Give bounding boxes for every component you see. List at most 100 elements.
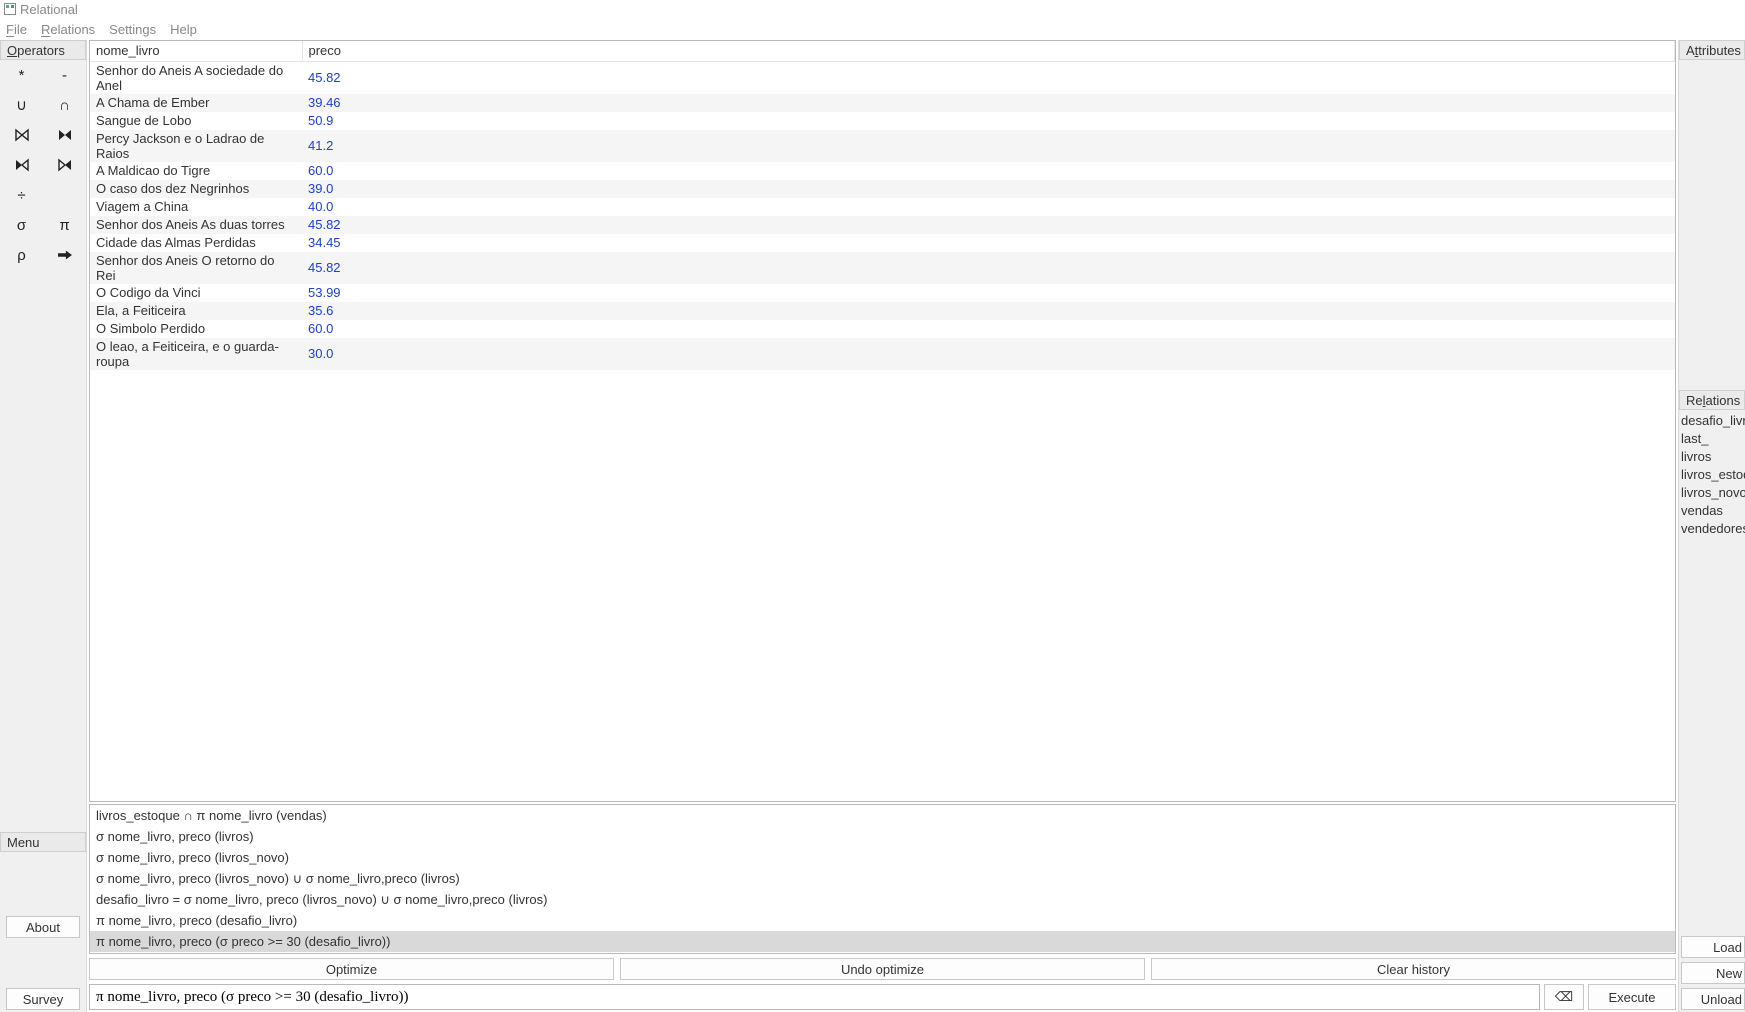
relation-item[interactable]: desafio_livro [1681,412,1745,430]
history-buttons: Optimize Undo optimize Clear history [89,958,1676,980]
table-cell: Senhor dos Aneis O retorno do Rei [90,252,302,284]
table-row[interactable]: O caso dos dez Negrinhos39.0 [90,180,1675,198]
table-cell: Senhor dos Aneis As duas torres [90,216,302,234]
table-cell: Cidade das Almas Perdidas [90,234,302,252]
operator-button[interactable] [43,240,86,270]
table-cell: 39.46 [302,94,1675,112]
right-panel: Attributes Relations desafio_livrolast_l… [1679,40,1745,1012]
relation-item[interactable]: vendedores [1681,520,1745,538]
table-cell: 35.6 [302,302,1675,320]
relations-list[interactable]: desafio_livrolast_livroslivros_estoqueli… [1679,410,1745,538]
attributes-list[interactable] [1679,60,1745,390]
table-row[interactable]: O leao, a Feiticeira, e o guarda-roupa30… [90,338,1675,370]
result-table[interactable]: nome_livropreco Senhor do Aneis A socied… [89,40,1676,802]
table-cell: Sangue de Lobo [90,112,302,130]
relations-area: desafio_livrolast_livroslivros_estoqueli… [1679,410,1745,936]
column-header[interactable]: nome_livro [90,41,302,61]
backspace-icon: ⌫ [1555,989,1573,1005]
about-button[interactable]: About [6,916,80,938]
app-icon [4,3,16,15]
operators-grid: *-∪∩ ÷σπρ [0,60,86,270]
table-cell: Viagem a China [90,198,302,216]
table-row[interactable]: O Simbolo Perdido60.0 [90,320,1675,338]
operator-button[interactable] [43,120,86,150]
table-cell: 30.0 [302,338,1675,370]
operator-button[interactable] [43,150,86,180]
table-cell: 60.0 [302,162,1675,180]
history-item[interactable]: livros_estoque ∩ π nome_livro (vendas) [90,805,1675,826]
operator-button[interactable] [0,120,43,150]
titlebar: Relational [0,0,1745,18]
menu-label: Menu [0,832,86,852]
menu-help[interactable]: Help [170,22,197,37]
table-cell: O Codigo da Vinci [90,284,302,302]
operator-button[interactable]: ÷ [0,180,43,210]
table-cell: O leao, a Feiticeira, e o guarda-roupa [90,338,302,370]
clear-history-button[interactable]: Clear history [1151,958,1676,980]
history-item[interactable]: σ nome_livro, preco (livros_novo) ∪ σ no… [90,868,1675,889]
operator-button[interactable]: * [0,60,43,90]
undo-optimize-button[interactable]: Undo optimize [620,958,1145,980]
table-row[interactable]: Senhor dos Aneis As duas torres45.82 [90,216,1675,234]
table-cell: 50.9 [302,112,1675,130]
table-cell: Percy Jackson e o Ladrao de Raios [90,130,302,162]
operators-header: Operators [0,40,86,60]
relation-item[interactable]: livros_estoque [1681,466,1745,484]
relation-item[interactable]: vendas [1681,502,1745,520]
table-cell: A Maldicao do Tigre [90,162,302,180]
history-list[interactable]: livros_estoque ∩ π nome_livro (vendas)σ … [89,804,1676,954]
table-cell: 40.0 [302,198,1675,216]
menu-relations[interactable]: Relations [41,22,95,37]
relation-item[interactable]: livros_novo [1681,484,1745,502]
menubar: File Relations Settings Help [0,18,1745,40]
table-cell: O caso dos dez Negrinhos [90,180,302,198]
table-row[interactable]: Viagem a China40.0 [90,198,1675,216]
table-cell: 45.82 [302,252,1675,284]
history-item[interactable]: σ nome_livro, preco (livros_novo) [90,847,1675,868]
table-row[interactable]: Senhor dos Aneis O retorno do Rei45.82 [90,252,1675,284]
center-panel: nome_livropreco Senhor do Aneis A socied… [86,40,1679,1012]
menu-settings[interactable]: Settings [109,22,156,37]
relation-item[interactable]: last_ [1681,430,1745,448]
operator-button [43,180,86,210]
attributes-header: Attributes [1679,40,1745,60]
survey-button[interactable]: Survey [6,988,80,1010]
history-item[interactable]: π nome_livro, preco (σ preco >= 30 (desa… [90,931,1675,952]
operator-button[interactable]: σ [0,210,43,240]
table-row[interactable]: Sangue de Lobo50.9 [90,112,1675,130]
clear-query-button[interactable]: ⌫ [1544,984,1584,1010]
window-title: Relational [20,2,78,17]
operator-button[interactable]: ∪ [0,90,43,120]
menu-file[interactable]: File [6,22,27,37]
optimize-button[interactable]: Optimize [89,958,614,980]
operator-button[interactable]: ∩ [43,90,86,120]
load-button[interactable]: Load [1681,936,1745,958]
new-button[interactable]: New [1681,962,1745,984]
table-row[interactable]: Senhor do Aneis A sociedade do Anel45.82 [90,61,1675,94]
column-header[interactable]: preco [302,41,1675,61]
table-cell: 45.82 [302,216,1675,234]
table-cell: 45.82 [302,61,1675,94]
history-item[interactable]: σ nome_livro, preco (livros) [90,826,1675,847]
table-row[interactable]: Cidade das Almas Perdidas34.45 [90,234,1675,252]
table-row[interactable]: Ela, a Feiticeira35.6 [90,302,1675,320]
relations-header: Relations [1679,390,1745,410]
right-buttons: Load New Unload [1679,936,1745,1012]
query-input[interactable] [89,984,1540,1010]
operator-button[interactable] [0,150,43,180]
table-cell: 60.0 [302,320,1675,338]
table-cell: 41.2 [302,130,1675,162]
table-row[interactable]: A Chama de Ember39.46 [90,94,1675,112]
table-cell: 34.45 [302,234,1675,252]
execute-button[interactable]: Execute [1588,984,1676,1010]
operator-button[interactable]: π [43,210,86,240]
operator-button[interactable]: ρ [0,240,43,270]
history-item[interactable]: desafio_livro = σ nome_livro, preco (liv… [90,889,1675,910]
relation-item[interactable]: livros [1681,448,1745,466]
operator-button[interactable]: - [43,60,86,90]
table-row[interactable]: O Codigo da Vinci53.99 [90,284,1675,302]
unload-button[interactable]: Unload [1681,988,1745,1010]
table-row[interactable]: A Maldicao do Tigre60.0 [90,162,1675,180]
table-row[interactable]: Percy Jackson e o Ladrao de Raios41.2 [90,130,1675,162]
history-item[interactable]: π nome_livro, preco (desafio_livro) [90,910,1675,931]
